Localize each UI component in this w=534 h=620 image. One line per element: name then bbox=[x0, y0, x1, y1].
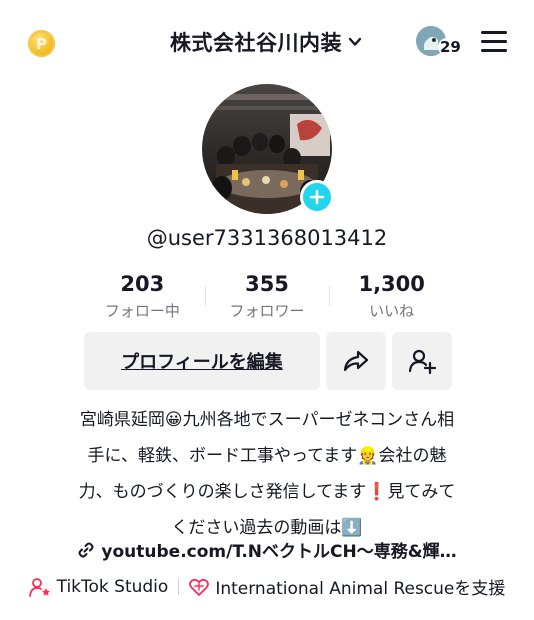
stat-value: 203 bbox=[120, 272, 165, 296]
notification-count: 29 bbox=[438, 38, 463, 56]
add-friend-icon bbox=[408, 349, 436, 374]
coin-glyph: P bbox=[36, 34, 47, 53]
tiktok-studio-link[interactable]: TikTok Studio bbox=[28, 576, 169, 597]
top-bar: P 株式会社谷川内装 29 bbox=[0, 0, 534, 84]
menu-icon[interactable] bbox=[481, 31, 507, 53]
stat-followers[interactable]: 355 フォロワー bbox=[204, 272, 330, 322]
edit-profile-button[interactable]: プロフィールを編集 bbox=[84, 332, 320, 390]
profile-avatar[interactable] bbox=[202, 84, 334, 214]
bio-link-text: youtube.com/T.NベクトルCH～専務&輝… bbox=[101, 542, 457, 562]
bio-line: 手に、軽鉄、ボード工事やってます👷会社の魅 bbox=[87, 446, 447, 466]
stat-following[interactable]: 203 フォロー中 bbox=[80, 272, 205, 322]
bio-link[interactable]: youtube.com/T.NベクトルCH～専務&輝… bbox=[0, 537, 534, 562]
stat-value: 1,300 bbox=[358, 272, 425, 296]
profile-actions: プロフィールを編集 bbox=[84, 332, 452, 390]
share-icon bbox=[343, 350, 369, 372]
add-friend-button[interactable] bbox=[392, 332, 452, 390]
creator-star-icon bbox=[28, 577, 50, 597]
bottom-divider bbox=[178, 578, 180, 595]
stat-label: いいね bbox=[369, 302, 415, 320]
bio-line: 宮崎県延岡😀九州各地でスーパーゼネコンさん相 bbox=[79, 410, 455, 430]
stat-divider bbox=[204, 286, 206, 306]
account-switcher[interactable]: 株式会社谷川内装 bbox=[170, 26, 362, 58]
charity-label: International Animal Rescueを支援 bbox=[215, 579, 506, 599]
account-name: 株式会社谷川内装 bbox=[170, 31, 342, 55]
bio-line: 力、ものづくりの楽しさ発信してます❗見てみて bbox=[78, 482, 456, 502]
stat-value: 355 bbox=[245, 272, 289, 296]
stat-label: フォロワー bbox=[229, 302, 305, 320]
share-button[interactable] bbox=[326, 332, 386, 390]
stat-divider bbox=[329, 286, 331, 306]
chevron-down-icon bbox=[348, 37, 362, 46]
bottom-links: TikTok Studio International Animal Rescu… bbox=[0, 574, 534, 599]
stats-row: 203 フォロー中 355 フォロワー 1,300 いいね bbox=[80, 272, 454, 322]
charity-link[interactable]: International Animal Rescueを支援 bbox=[189, 574, 505, 599]
stat-likes[interactable]: 1,300 いいね bbox=[329, 272, 454, 322]
notification-button[interactable]: 29 bbox=[416, 26, 464, 60]
tiktok-studio-label: TikTok Studio bbox=[56, 576, 169, 597]
stat-label: フォロー中 bbox=[104, 302, 180, 320]
heart-icon bbox=[189, 578, 210, 596]
link-icon bbox=[78, 542, 94, 557]
bio: 宮崎県延岡😀九州各地でスーパーゼネコンさん相 手に、軽鉄、ボード工事やってます👷… bbox=[0, 402, 534, 546]
add-avatar-icon[interactable] bbox=[300, 180, 334, 214]
username: @user7331368013412 bbox=[146, 226, 388, 250]
coin-icon[interactable]: P bbox=[28, 30, 55, 57]
